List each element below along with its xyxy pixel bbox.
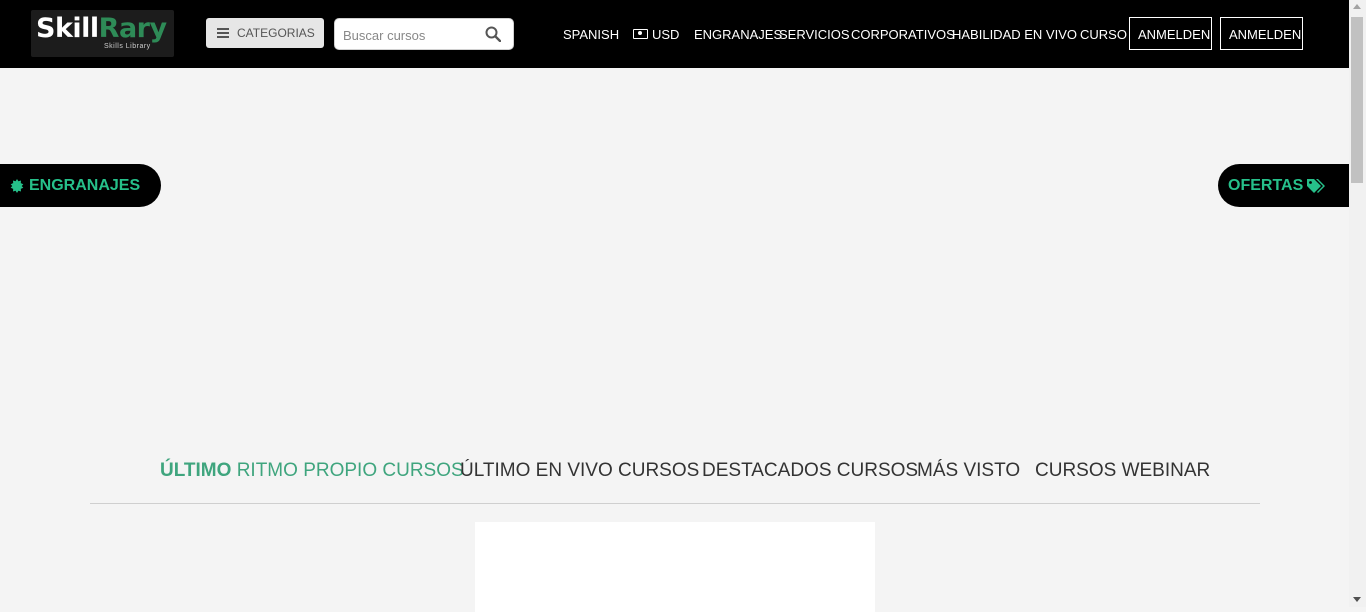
- engranajes-side-label: ENGRANAJES: [29, 177, 141, 194]
- search-box: [334, 18, 514, 50]
- tab-mas-visto[interactable]: MÁS VISTO: [917, 460, 1020, 482]
- tags-icon: [1307, 179, 1325, 193]
- skillrary-logo[interactable]: SkillRary Skills Library: [31, 10, 174, 57]
- nav-servicios[interactable]: SERVICIOS: [779, 27, 850, 42]
- logo-wordmark: SkillRary: [36, 13, 167, 45]
- course-tabs: ÚLTIMO RITMO PROPIO CURSOS ÚLTIMO EN VIV…: [90, 457, 1260, 504]
- language-selector[interactable]: SPANISH: [563, 27, 619, 42]
- nav-engranajes[interactable]: ENGRANAJES: [694, 27, 782, 42]
- categories-button[interactable]: CATEGORIAS: [206, 18, 324, 48]
- scroll-up-arrow-icon[interactable]: [1353, 4, 1361, 9]
- menu-icon: [217, 28, 229, 38]
- scroll-down-arrow-icon[interactable]: [1353, 597, 1361, 602]
- tab-ritmo-propio-cursos[interactable]: ÚLTIMO RITMO PROPIO CURSOS: [160, 460, 464, 482]
- tab-active-rest: RITMO PROPIO CURSOS: [236, 460, 464, 481]
- search-input[interactable]: [341, 25, 475, 45]
- logo-word-skill: Skill: [36, 13, 99, 44]
- course-card[interactable]: [475, 522, 875, 612]
- ofertas-side-tab[interactable]: OFERTAS: [1218, 164, 1349, 207]
- scrollbar-thumb[interactable]: [1351, 17, 1363, 183]
- gear-badge-icon: [10, 179, 24, 193]
- currency-selector[interactable]: USD: [633, 27, 679, 42]
- logo-tagline: Skills Library: [104, 43, 151, 50]
- tab-destacados-cursos[interactable]: DESTACADOS CURSOS: [702, 460, 918, 482]
- ofertas-side-label: OFERTAS: [1228, 177, 1304, 194]
- login-button[interactable]: ANMELDEN: [1129, 17, 1212, 50]
- signup-button[interactable]: ANMELDEN: [1220, 17, 1303, 50]
- engranajes-side-tab[interactable]: ENGRANAJES: [0, 164, 161, 207]
- nav-habilidad-en-vivo[interactable]: HABILIDAD EN VIVO: [952, 27, 1077, 42]
- logo-word-rary: Rary: [98, 13, 167, 44]
- tab-en-vivo-cursos[interactable]: ÚLTIMO EN VIVO CURSOS: [460, 460, 699, 482]
- nav-curso[interactable]: CURSO: [1080, 27, 1127, 42]
- money-icon: [633, 29, 648, 39]
- tab-active-bold: ÚLTIMO: [160, 460, 232, 481]
- page: SkillRary Skills Library CATEGORIAS SPAN…: [0, 0, 1349, 612]
- nav-corporativos[interactable]: CORPORATIVOS: [851, 27, 955, 42]
- tab-cursos-webinar[interactable]: CURSOS WEBINAR: [1035, 460, 1210, 482]
- page-scrollbar[interactable]: [1349, 0, 1366, 607]
- search-icon[interactable]: [485, 26, 501, 42]
- top-navbar: SkillRary Skills Library CATEGORIAS SPAN…: [0, 0, 1349, 68]
- categories-label: CATEGORIAS: [237, 26, 315, 40]
- currency-label: USD: [652, 27, 680, 42]
